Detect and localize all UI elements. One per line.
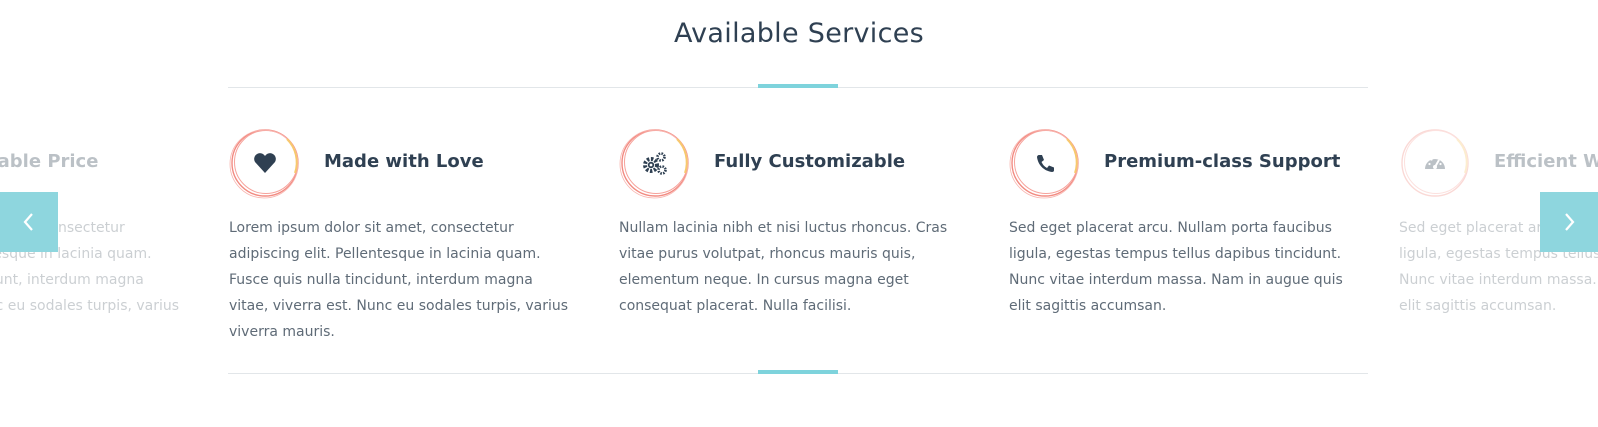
card-text: Sed eget placerat arcu. Nullam porta fau… [1009,220,1343,314]
bottom-divider-accent [758,370,838,374]
chevron-left-icon [23,213,33,231]
gears-icon [643,152,667,175]
carousel-next-button[interactable] [1540,192,1598,252]
phone-icon [1037,155,1054,172]
card-title: Fully Customizable [714,151,906,172]
card-title: Efficient Work [1494,151,1598,172]
heart-icon [254,153,276,173]
gauge-icon [1425,156,1445,169]
icon-ring [1399,127,1471,199]
card-text: Lorem ipsum dolor sit amet, consectetur … [229,220,569,340]
icon-ring [1009,127,1081,199]
icon-ring [619,127,691,199]
card-title: Made with Love [324,151,484,172]
card-title: Affordable Price [0,151,99,172]
carousel-prev-button[interactable] [0,192,58,252]
top-divider-accent [758,84,838,88]
card-text: Nullam lacinia nibh et nisi luctus rhonc… [619,220,948,314]
icon-ring [229,127,301,199]
card-title: Premium-class Support [1104,151,1341,172]
chevron-right-icon [1565,213,1575,231]
section-title: Available Services [673,18,925,49]
